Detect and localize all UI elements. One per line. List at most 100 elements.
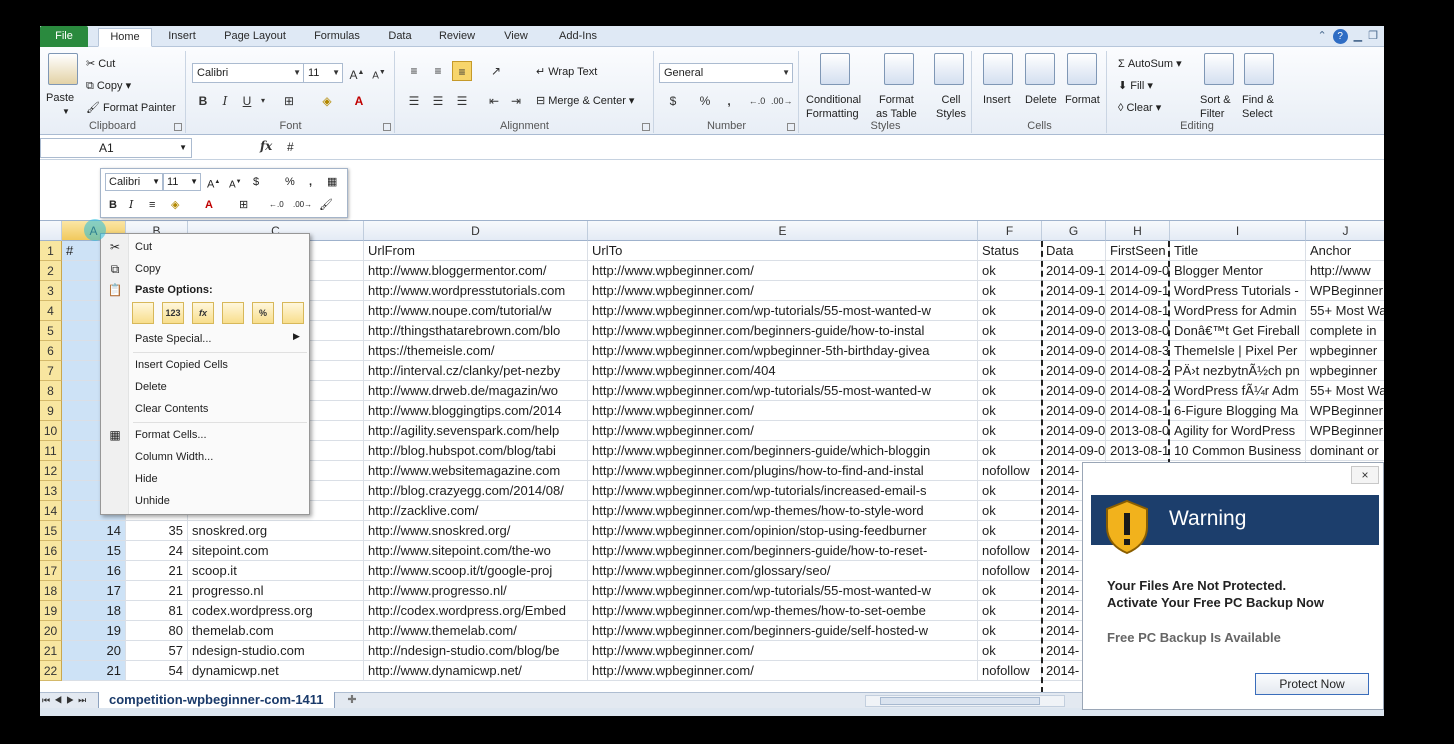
font-launcher-icon[interactable] [383,123,391,131]
menu-copy[interactable]: Copy [135,261,161,277]
row-header[interactable]: 16 [40,541,62,561]
cell-j[interactable]: wpbeginner [1306,361,1384,381]
sheet-nav-icons[interactable]: ⏮◀▶⏭ [42,693,90,708]
cell-f[interactable]: ok [978,421,1042,441]
mini-decrease-decimal-icon[interactable]: .00→ [293,197,312,213]
cell-i[interactable]: WordPress Tutorials - [1170,281,1306,301]
cell-d[interactable]: http://zacklive.com/ [364,501,588,521]
cell-d[interactable]: http://www.scoop.it/t/google-proj [364,561,588,581]
name-box[interactable]: A1 ▼ [40,138,192,158]
mini-font-combo[interactable]: Calibri ▼ [105,173,163,191]
cell-f[interactable]: ok [978,441,1042,461]
cell-h[interactable]: 2014-08-2 [1106,381,1170,401]
cell-f[interactable]: nofollow [978,561,1042,581]
cell-e[interactable]: http://www.wpbeginner.com/wp-tutorials/5… [588,301,978,321]
cell-a[interactable]: 18 [62,601,126,621]
clear-button[interactable]: ◊ Clear ▾ [1118,101,1161,115]
row-header[interactable]: 4 [40,301,62,321]
column-header-j[interactable]: J [1306,221,1384,241]
cell-c[interactable]: dynamicwp.net [188,661,364,681]
mini-grow-font-icon[interactable]: A▲ [207,174,220,193]
cell-f[interactable]: nofollow [978,461,1042,481]
cell-d[interactable]: http://www.snoskred.org/ [364,521,588,541]
font-size-combo[interactable]: 11 ▼ [303,63,343,83]
cell-d[interactable]: http://www.noupe.com/tutorial/w [364,301,588,321]
row-header[interactable]: 8 [40,381,62,401]
cell-f[interactable]: ok [978,641,1042,661]
cell-c[interactable]: scoop.it [188,561,364,581]
delete-cells-button[interactable]: Delete [1025,93,1057,107]
cell-d[interactable]: http://www.bloggermentor.com/ [364,261,588,281]
cell-e[interactable]: http://www.wpbeginner.com/ [588,421,978,441]
mini-paintbrush-icon[interactable]: 🖌 [319,197,333,213]
decrease-indent-icon[interactable]: ⇤ [484,91,504,111]
cell-d[interactable]: http://interval.cz/clanky/pet-nezby [364,361,588,381]
cell-f[interactable]: ok [978,401,1042,421]
cell-b[interactable]: 21 [126,561,188,581]
decrease-decimal-icon[interactable]: .00→ [771,91,793,111]
cell-d[interactable]: http://blog.hubspot.com/blog/tabi [364,441,588,461]
autosum-button[interactable]: Σ AutoSum ▾ [1118,57,1182,71]
tab-data[interactable]: Data [380,28,420,47]
column-header-i[interactable]: I [1170,221,1306,241]
cell-f[interactable]: ok [978,361,1042,381]
row-header[interactable]: 20 [40,621,62,641]
column-header-f[interactable]: F [978,221,1042,241]
fill-color-icon[interactable]: ◈ [317,91,337,111]
select-all-button[interactable] [40,221,62,241]
cell-i[interactable]: 10 Common Business [1170,441,1306,461]
tab-insert[interactable]: Insert [158,28,206,47]
cell-c[interactable]: sitepoint.com [188,541,364,561]
number-format-combo[interactable]: General ▼ [659,63,793,83]
mini-format-painter-icon[interactable]: ▦ [327,174,337,190]
row-header[interactable]: 3 [40,281,62,301]
minimize-ribbon-icon[interactable]: ⌃ [1317,29,1326,44]
cell-d[interactable]: http://ndesign-studio.com/blog/be [364,641,588,661]
cell-i[interactable]: WordPress for Admin [1170,301,1306,321]
alignment-launcher-icon[interactable] [642,123,650,131]
format-as-table-button[interactable]: Format as Table [876,93,917,121]
mini-shrink-font-icon[interactable]: A▼ [229,174,242,193]
cell-d[interactable]: http://www.dynamicwp.net/ [364,661,588,681]
cell-e[interactable]: http://www.wpbeginner.com/plugins/how-to… [588,461,978,481]
menu-insert-copied-cells[interactable]: Insert Copied Cells [135,357,228,373]
cell-j[interactable]: Anchor [1306,241,1384,261]
cell-j[interactable]: complete in [1306,321,1384,341]
mini-percent-button[interactable]: % [285,174,295,190]
paste-dropdown-icon[interactable]: ▼ [62,105,70,119]
align-bottom-icon[interactable]: ≡ [452,61,472,81]
column-header-h[interactable]: H [1106,221,1170,241]
cell-h[interactable]: 2013-08-0 [1106,421,1170,441]
cell-h[interactable]: 2014-09-0 [1106,261,1170,281]
cell-h[interactable]: 2013-08-0 [1106,321,1170,341]
cell-g[interactable]: 2014-09-0 [1042,421,1106,441]
cell-f[interactable]: Status [978,241,1042,261]
minimize-icon[interactable]: ▁ [1354,29,1362,44]
bold-button[interactable]: B [193,91,213,111]
cell-g[interactable]: 2014-09-0 [1042,341,1106,361]
cell-h[interactable]: 2013-08-1 [1106,441,1170,461]
menu-clear-contents[interactable]: Clear Contents [135,401,208,417]
cell-f[interactable]: ok [978,621,1042,641]
cell-g[interactable]: 2014-09-1 [1042,261,1106,281]
cell-e[interactable]: http://www.wpbeginner.com/glossary/seo/ [588,561,978,581]
cell-a[interactable]: 20 [62,641,126,661]
cell-j[interactable]: http://www [1306,261,1384,281]
paste-option-link[interactable] [282,302,304,324]
cell-b[interactable]: 81 [126,601,188,621]
cell-d[interactable]: http://www.bloggingtips.com/2014 [364,401,588,421]
cell-c[interactable]: codex.wordpress.org [188,601,364,621]
cell-g[interactable]: 2014-09-0 [1042,441,1106,461]
cell-i[interactable]: PÄ›t nezbytnÃ½ch pn [1170,361,1306,381]
row-header[interactable]: 22 [40,661,62,681]
row-header[interactable]: 12 [40,461,62,481]
sheet-tab[interactable]: competition-wpbeginner-com-1411 [98,692,335,709]
underline-dropdown-icon[interactable]: ▾ [253,91,273,111]
cell-j[interactable]: WPBeginner [1306,281,1384,301]
tab-formulas[interactable]: Formulas [306,28,368,47]
mini-bold-icon[interactable]: B [109,197,117,213]
cell-i[interactable]: WordPress fÃ¼r Adm [1170,381,1306,401]
cell-g[interactable]: Data [1042,241,1106,261]
cell-g[interactable]: 2014-09-0 [1042,301,1106,321]
menu-unhide[interactable]: Unhide [135,493,170,509]
